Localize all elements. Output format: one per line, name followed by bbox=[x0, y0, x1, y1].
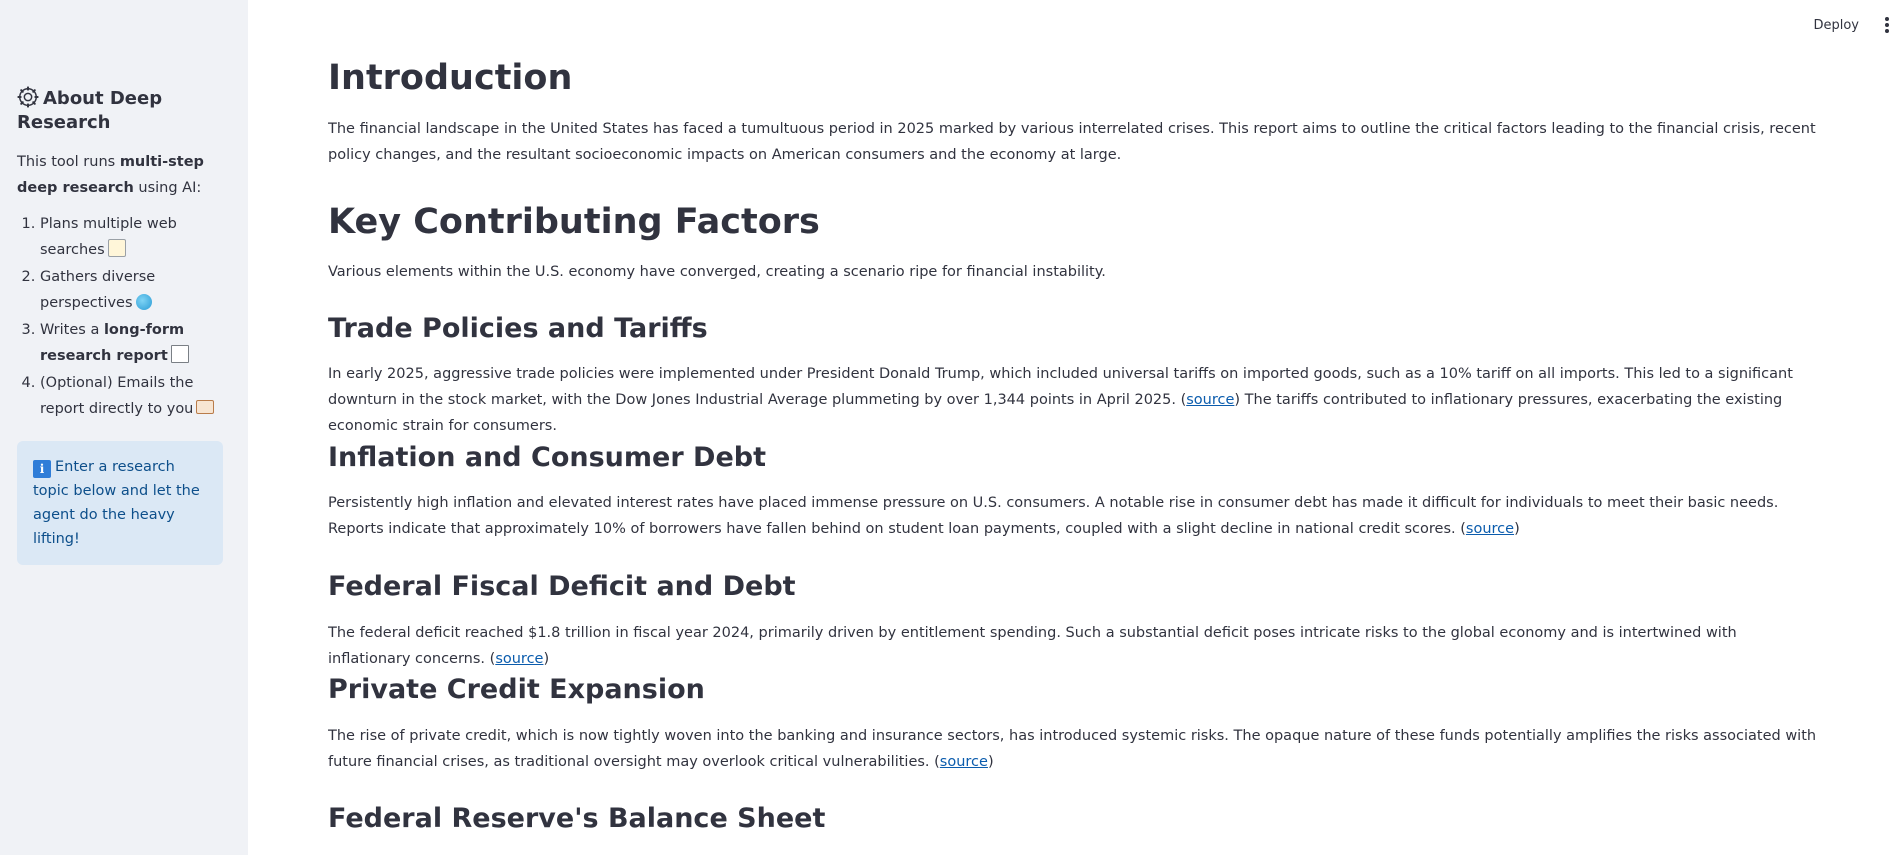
heading-introduction: Introduction bbox=[328, 58, 573, 98]
list-item: Plans multiple web searches bbox=[40, 211, 231, 263]
sidebar-title: About Deep Research bbox=[17, 86, 231, 135]
heading-private-credit: Private Credit Expansion bbox=[328, 674, 705, 705]
source-link[interactable]: source bbox=[495, 651, 543, 667]
paragraph-text: ) bbox=[1514, 521, 1520, 537]
intro-prefix: This tool runs bbox=[17, 154, 120, 170]
paragraph-key-factors: Various elements within the U.S. economy… bbox=[328, 259, 1818, 285]
list-item-text: (Optional) Emails the report directly to… bbox=[40, 375, 194, 417]
memo-icon bbox=[107, 239, 126, 257]
list-item: Writes a long-form research report bbox=[40, 317, 231, 369]
paragraph-text: Persistently high inflation and elevated… bbox=[328, 495, 1779, 537]
intro-suffix: using AI: bbox=[133, 180, 202, 196]
feature-list: Plans multiple web searches Gathers dive… bbox=[17, 211, 231, 422]
source-link[interactable]: source bbox=[1466, 521, 1514, 537]
deploy-button[interactable]: Deploy bbox=[1813, 18, 1859, 33]
gear-icon bbox=[17, 86, 39, 108]
source-link[interactable]: source bbox=[1186, 392, 1234, 408]
envelope-icon bbox=[196, 400, 215, 414]
heading-fed-balance-sheet: Federal Reserve's Balance Sheet bbox=[328, 803, 826, 834]
list-item: Gathers diverse perspectives bbox=[40, 264, 231, 316]
info-callout: i Enter a research topic below and let th… bbox=[17, 441, 223, 565]
paragraph-introduction: The financial landscape in the United St… bbox=[328, 116, 1818, 168]
information-icon: i bbox=[33, 460, 51, 478]
paragraph-text: Various elements within the U.S. economy… bbox=[328, 264, 1106, 280]
page-icon bbox=[170, 345, 189, 363]
list-item: (Optional) Emails the report directly to… bbox=[40, 370, 231, 422]
report-content: Introduction The financial landscape in … bbox=[328, 0, 1818, 855]
list-item-text: Writes a bbox=[40, 322, 104, 338]
top-toolbar: Deploy bbox=[1813, 0, 1903, 50]
sidebar-intro: This tool runs multi-step deep research … bbox=[17, 149, 231, 201]
paragraph-text: ) bbox=[543, 651, 550, 667]
paragraph-inflation-debt: Persistently high inflation and elevated… bbox=[328, 490, 1818, 542]
paragraph-trade-policies: In early 2025, aggressive trade policies… bbox=[328, 361, 1818, 439]
heading-inflation-debt: Inflation and Consumer Debt bbox=[328, 442, 766, 473]
heading-trade-policies: Trade Policies and Tariffs bbox=[328, 313, 708, 344]
paragraph-fiscal-deficit: The federal deficit reached $1.8 trillio… bbox=[328, 620, 1818, 672]
paragraph-text: The financial landscape in the United St… bbox=[328, 121, 1816, 163]
paragraph-text: ) bbox=[987, 754, 994, 770]
kebab-menu-icon[interactable] bbox=[1877, 15, 1897, 35]
globe-icon bbox=[135, 294, 152, 310]
heading-fiscal-deficit: Federal Fiscal Deficit and Debt bbox=[328, 571, 796, 602]
heading-key-factors: Key Contributing Factors bbox=[328, 202, 820, 242]
source-link[interactable]: source bbox=[940, 754, 988, 770]
info-text: Enter a research topic below and let the… bbox=[33, 459, 200, 547]
sidebar: About Deep Research This tool runs multi… bbox=[0, 0, 248, 855]
paragraph-private-credit: The rise of private credit, which is now… bbox=[328, 723, 1818, 775]
paragraph-text: The rise of private credit, which is now… bbox=[328, 728, 1817, 770]
